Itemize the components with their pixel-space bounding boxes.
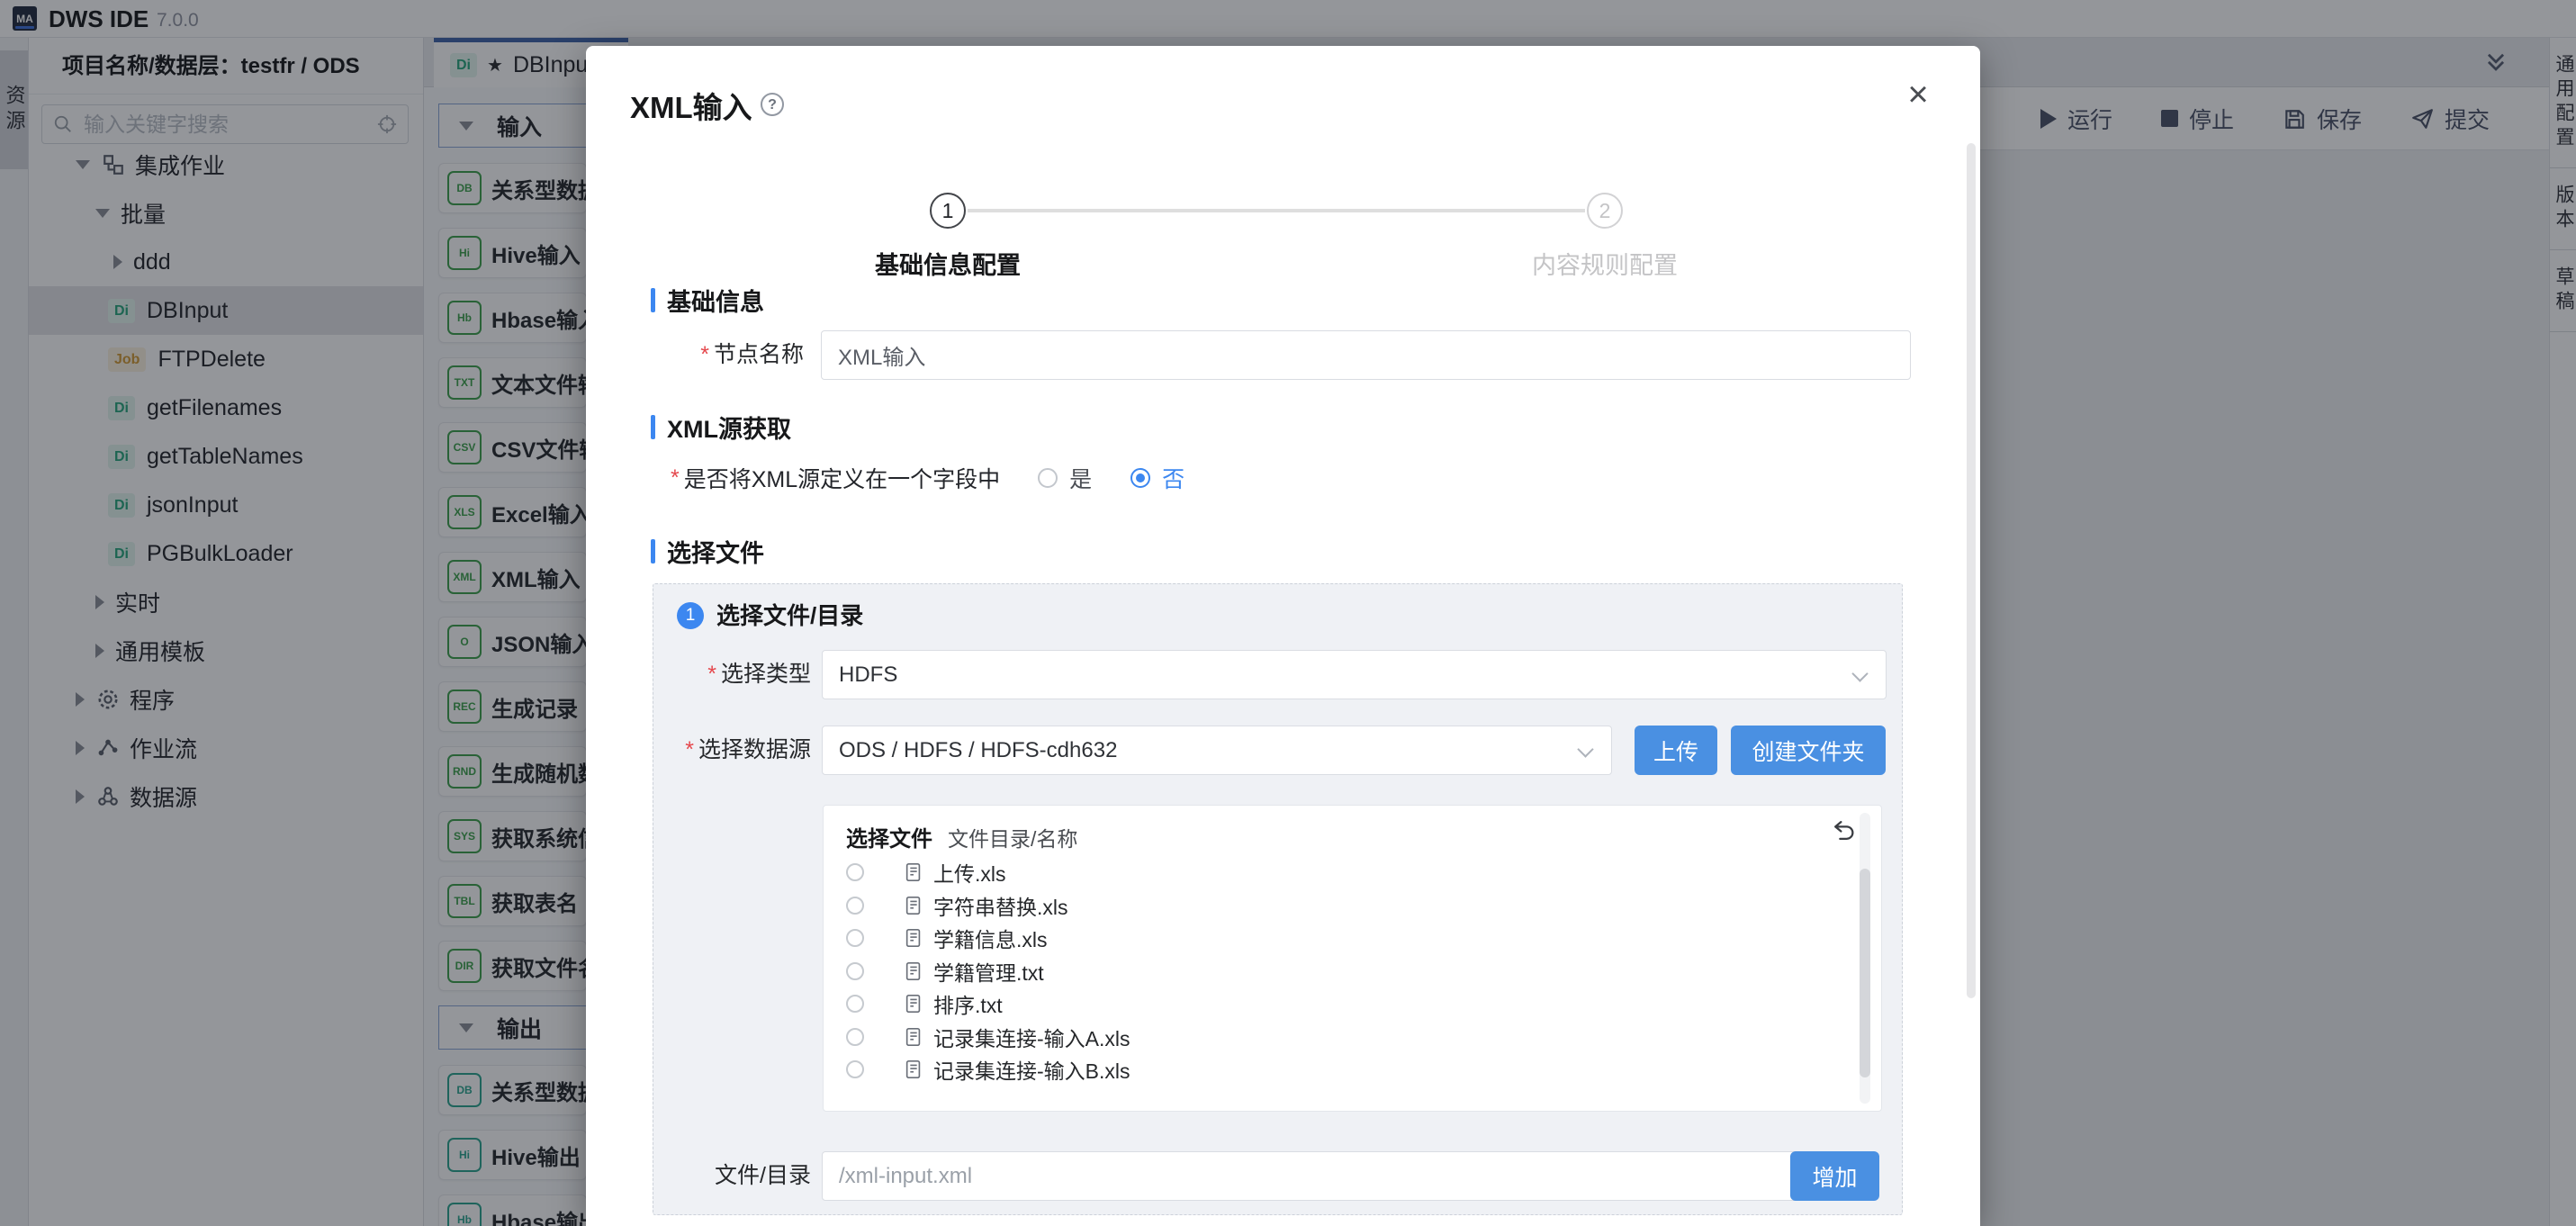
xml-in-field-question: 是否将XML源定义在一个字段中 <box>684 462 1000 494</box>
xml-in-field-radio-group: * 是否将XML源定义在一个字段中 是 否 <box>671 464 1184 492</box>
chevron-down-icon <box>1577 741 1593 757</box>
create-folder-button[interactable]: 创建文件夹 <box>1731 726 1886 775</box>
screen: MA DWS IDE 7.0.0 资源 项目名称/数据层：testfr / OD… <box>0 0 2576 1226</box>
document-icon <box>904 862 923 882</box>
file-radio[interactable] <box>846 1060 864 1078</box>
section-accent-bar <box>651 288 655 312</box>
upload-button[interactable]: 上传 <box>1635 726 1717 775</box>
dialog-title: XML输入 <box>630 84 752 127</box>
node-name-label: *节点名称 <box>586 330 804 380</box>
file-row[interactable]: 记录集连接-输入B.xls <box>824 1053 1854 1086</box>
required-asterisk: * <box>707 662 716 687</box>
file-name: 字符串替换.xls <box>933 890 1068 921</box>
section-choose-file: 选择文件 <box>651 534 764 569</box>
type-select[interactable]: HDFS <box>822 650 1887 699</box>
panel-step-badge: 1 <box>677 602 704 629</box>
file-row[interactable]: 学籍管理.txt <box>824 955 1854 988</box>
file-list-col-select: 选择文件 <box>846 821 932 852</box>
step-1-label: 基础信息配置 <box>813 246 1083 281</box>
radio-no-label: 否 <box>1162 462 1184 494</box>
section-title: 基础信息 <box>667 283 764 318</box>
radio-yes-label: 是 <box>1069 462 1092 494</box>
file-name: 记录集连接-输入B.xls <box>933 1054 1130 1085</box>
document-icon <box>904 1059 923 1079</box>
type-select-value: HDFS <box>839 663 897 687</box>
file-list-col-name: 文件目录/名称 <box>948 822 1077 852</box>
file-radio[interactable] <box>846 995 864 1013</box>
datasource-select[interactable]: ODS / HDFS / HDFS-cdh632 <box>822 726 1612 775</box>
document-icon <box>904 994 923 1014</box>
file-list-scrollbar[interactable] <box>1860 869 1870 1077</box>
add-button[interactable]: 增加 <box>1790 1151 1879 1201</box>
step-2-circle: 2 <box>1587 193 1623 229</box>
required-asterisk: * <box>700 342 709 367</box>
required-asterisk: * <box>671 465 680 491</box>
file-list: 选择文件 文件目录/名称 上传.xls <box>823 805 1882 1112</box>
path-label: 文件/目录 <box>653 1151 811 1201</box>
section-accent-bar <box>651 539 655 563</box>
step-1-circle: 1 <box>930 193 966 229</box>
file-name: 记录集连接-输入A.xls <box>933 1022 1130 1052</box>
file-name: 排序.txt <box>933 988 1003 1019</box>
file-radio[interactable] <box>846 962 864 980</box>
radio-yes[interactable] <box>1038 468 1058 488</box>
panel-title: 选择文件/目录 <box>716 602 863 629</box>
step-1: 1 基础信息配置 <box>813 193 1083 281</box>
file-directory-panel: 1 选择文件/目录 *选择类型 HDFS *选择数据源 ODS / HDFS /… <box>653 583 1903 1215</box>
document-icon <box>904 896 923 915</box>
file-row[interactable]: 排序.txt <box>824 987 1854 1021</box>
help-icon[interactable]: ? <box>761 93 784 116</box>
document-icon <box>904 1027 923 1047</box>
file-radio[interactable] <box>846 897 864 915</box>
step-2: 2 内容规则配置 <box>1470 193 1740 281</box>
file-row[interactable]: 记录集连接-输入A.xls <box>824 1021 1854 1054</box>
document-icon <box>904 928 923 948</box>
undo-icon[interactable] <box>1832 818 1856 847</box>
modal-scrollbar[interactable] <box>1967 143 1976 998</box>
section-title: XML源获取 <box>667 410 791 445</box>
required-asterisk: * <box>685 737 694 762</box>
file-radio[interactable] <box>846 929 864 947</box>
section-title: 选择文件 <box>667 534 764 569</box>
close-icon[interactable]: × <box>1898 75 1938 114</box>
section-accent-bar <box>651 415 655 439</box>
file-rows: 上传.xls 字符串替换.xls <box>824 856 1854 1086</box>
file-row[interactable]: 学籍信息.xls <box>824 922 1854 955</box>
step-2-label: 内容规则配置 <box>1470 246 1740 281</box>
file-row[interactable]: 上传.xls <box>824 856 1854 889</box>
type-label: *选择类型 <box>653 650 811 699</box>
file-radio[interactable] <box>846 1028 864 1046</box>
document-icon <box>904 961 923 981</box>
datasource-select-value: ODS / HDFS / HDFS-cdh632 <box>839 738 1117 762</box>
file-name: 学籍管理.txt <box>933 956 1044 987</box>
file-name: 学籍信息.xls <box>933 923 1048 953</box>
radio-no[interactable] <box>1130 468 1150 488</box>
file-row[interactable]: 字符串替换.xls <box>824 889 1854 923</box>
chevron-down-icon <box>1851 665 1868 681</box>
section-xml-source: XML源获取 <box>651 410 791 445</box>
file-radio[interactable] <box>846 863 864 881</box>
xml-input-dialog: XML输入 ? × 1 基础信息配置 2 内容规则配置 基础信息 *节点名称 X… <box>586 46 1980 1226</box>
section-basic-info: 基础信息 <box>651 283 764 318</box>
path-input[interactable] <box>822 1151 1828 1201</box>
datasource-label: *选择数据源 <box>653 726 811 775</box>
file-name: 上传.xls <box>933 857 1006 888</box>
node-name-input[interactable] <box>821 330 1911 380</box>
